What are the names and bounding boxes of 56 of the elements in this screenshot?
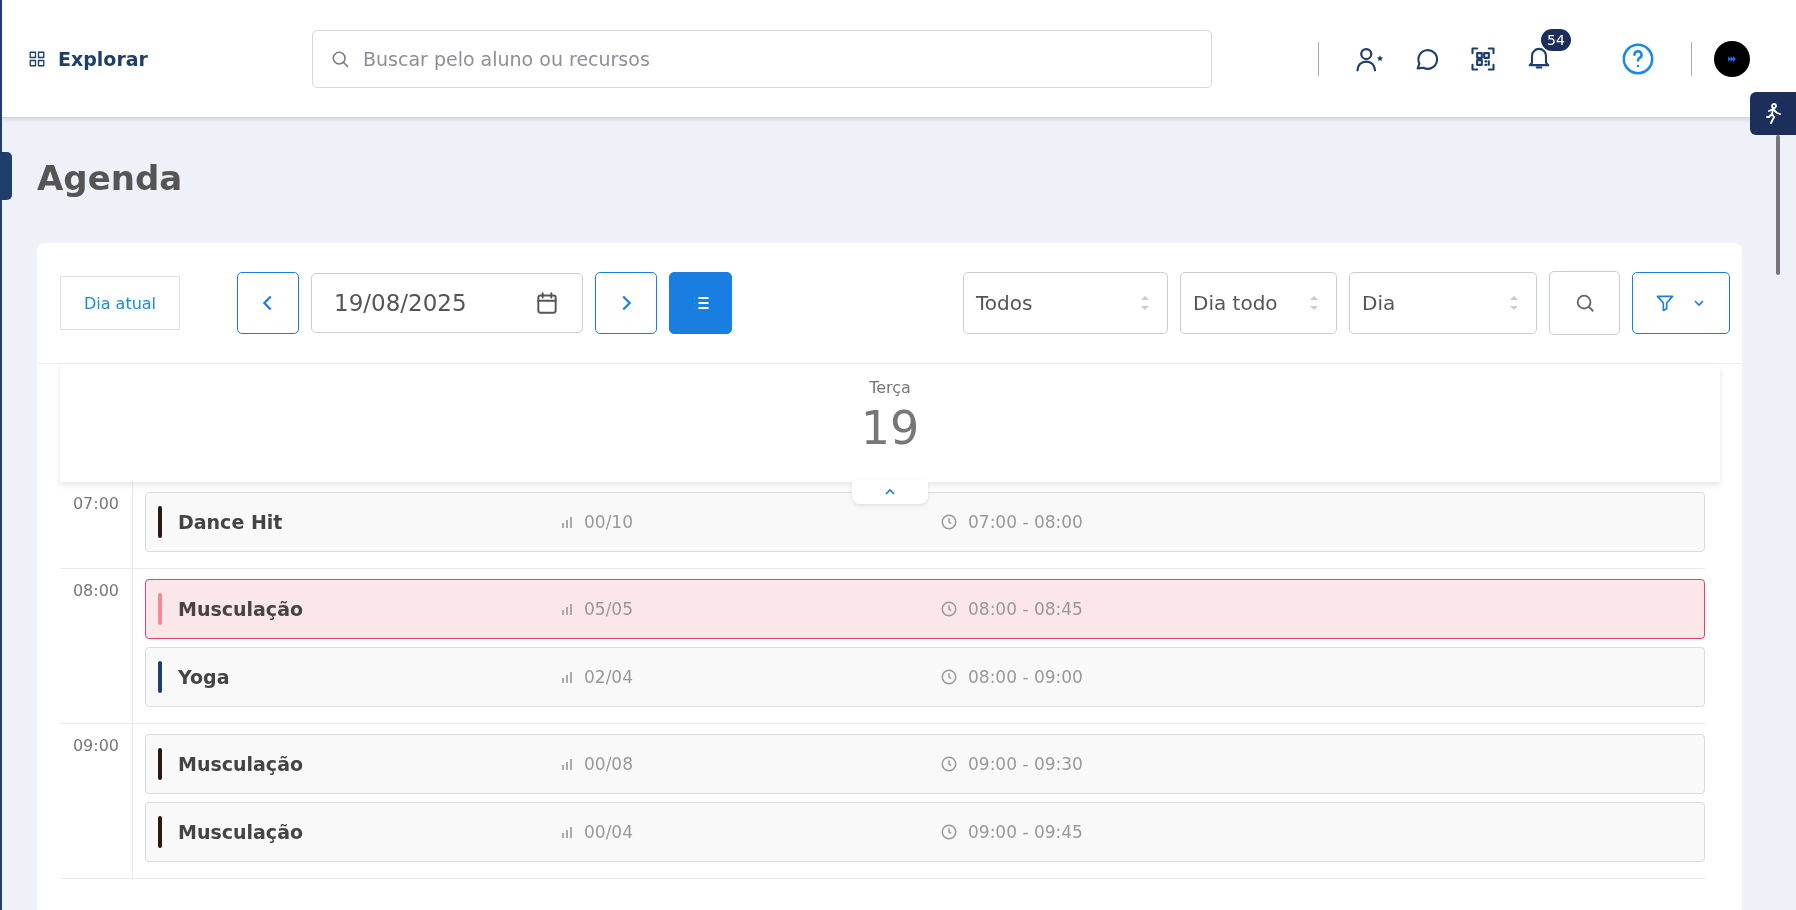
next-button[interactable] — [595, 272, 657, 334]
clock-icon — [940, 600, 958, 618]
class-entry[interactable]: Musculação 00/08 09:00 - 09:30 — [145, 734, 1705, 794]
filter-button[interactable] — [1632, 272, 1730, 334]
qr-code-icon[interactable] — [1469, 44, 1497, 73]
time-range: 09:00 - 09:30 — [968, 754, 1083, 774]
today-button[interactable]: Dia atual — [60, 276, 180, 330]
time-range: 09:00 - 09:45 — [968, 822, 1083, 842]
capacity-text: 00/10 — [584, 512, 633, 532]
clock-icon — [940, 755, 958, 773]
previous-button[interactable] — [237, 272, 299, 334]
class-entry[interactable]: Yoga 02/04 08:00 - 09:00 — [145, 647, 1705, 707]
clock-icon — [940, 668, 958, 686]
accessibility-button[interactable] — [1750, 92, 1796, 135]
filter-icon — [1655, 293, 1675, 313]
bar-chart-icon — [560, 825, 574, 839]
class-entry[interactable]: Dance Hit 00/10 07:00 - 08:00 — [145, 492, 1705, 552]
class-name: Dance Hit — [178, 511, 284, 533]
class-name: Musculação — [178, 753, 304, 775]
side-tab[interactable] — [0, 152, 12, 200]
date-field[interactable]: 19/08/2025 — [311, 273, 583, 333]
weekday-label: Terça — [869, 378, 911, 397]
explore-link[interactable]: Explorar — [58, 47, 148, 70]
calendar-icon[interactable] — [534, 290, 560, 316]
bar-chart-icon — [560, 757, 574, 771]
class-name: Musculação — [178, 821, 304, 843]
class-entry[interactable]: Musculação 05/05 08:00 - 08:45 — [145, 579, 1705, 639]
time-range: 08:00 - 08:45 — [968, 599, 1083, 619]
dropdown-select[interactable]: Todos — [963, 272, 1168, 334]
day-number: 19 — [860, 401, 920, 455]
class-name: Musculação — [178, 598, 304, 620]
bar-chart-icon — [560, 670, 574, 684]
capacity-text: 00/08 — [584, 754, 633, 774]
dropdown-select[interactable]: Dia todo — [1180, 272, 1337, 334]
time-label: 08:00 — [71, 581, 121, 600]
dropdown-select[interactable]: Dia — [1349, 272, 1537, 334]
class-entry[interactable]: Musculação 00/04 09:00 - 09:45 — [145, 802, 1705, 862]
clock-icon — [940, 513, 958, 531]
notification-badge: 54 — [1541, 28, 1571, 51]
time-label: 07:00 — [71, 494, 121, 513]
time-label: 09:00 — [71, 736, 121, 755]
class-name: Yoga — [178, 666, 231, 688]
grid-icon[interactable] — [28, 49, 46, 68]
bar-chart-icon — [560, 515, 574, 529]
avatar[interactable] — [1714, 40, 1750, 77]
capacity-text: 00/04 — [584, 822, 633, 842]
capacity-text: 05/05 — [584, 599, 633, 619]
time-range: 08:00 - 09:00 — [968, 667, 1083, 687]
page-title: Agenda — [37, 157, 183, 199]
help-icon[interactable] — [1621, 41, 1655, 76]
search-field[interactable]: Buscar pelo aluno ou recursos — [312, 29, 1212, 88]
capacity-text: 02/04 — [584, 667, 633, 687]
time-range: 07:00 - 08:00 — [968, 512, 1083, 532]
clock-icon — [940, 823, 958, 841]
scrollbar[interactable] — [1776, 135, 1780, 275]
bar-chart-icon — [560, 602, 574, 616]
